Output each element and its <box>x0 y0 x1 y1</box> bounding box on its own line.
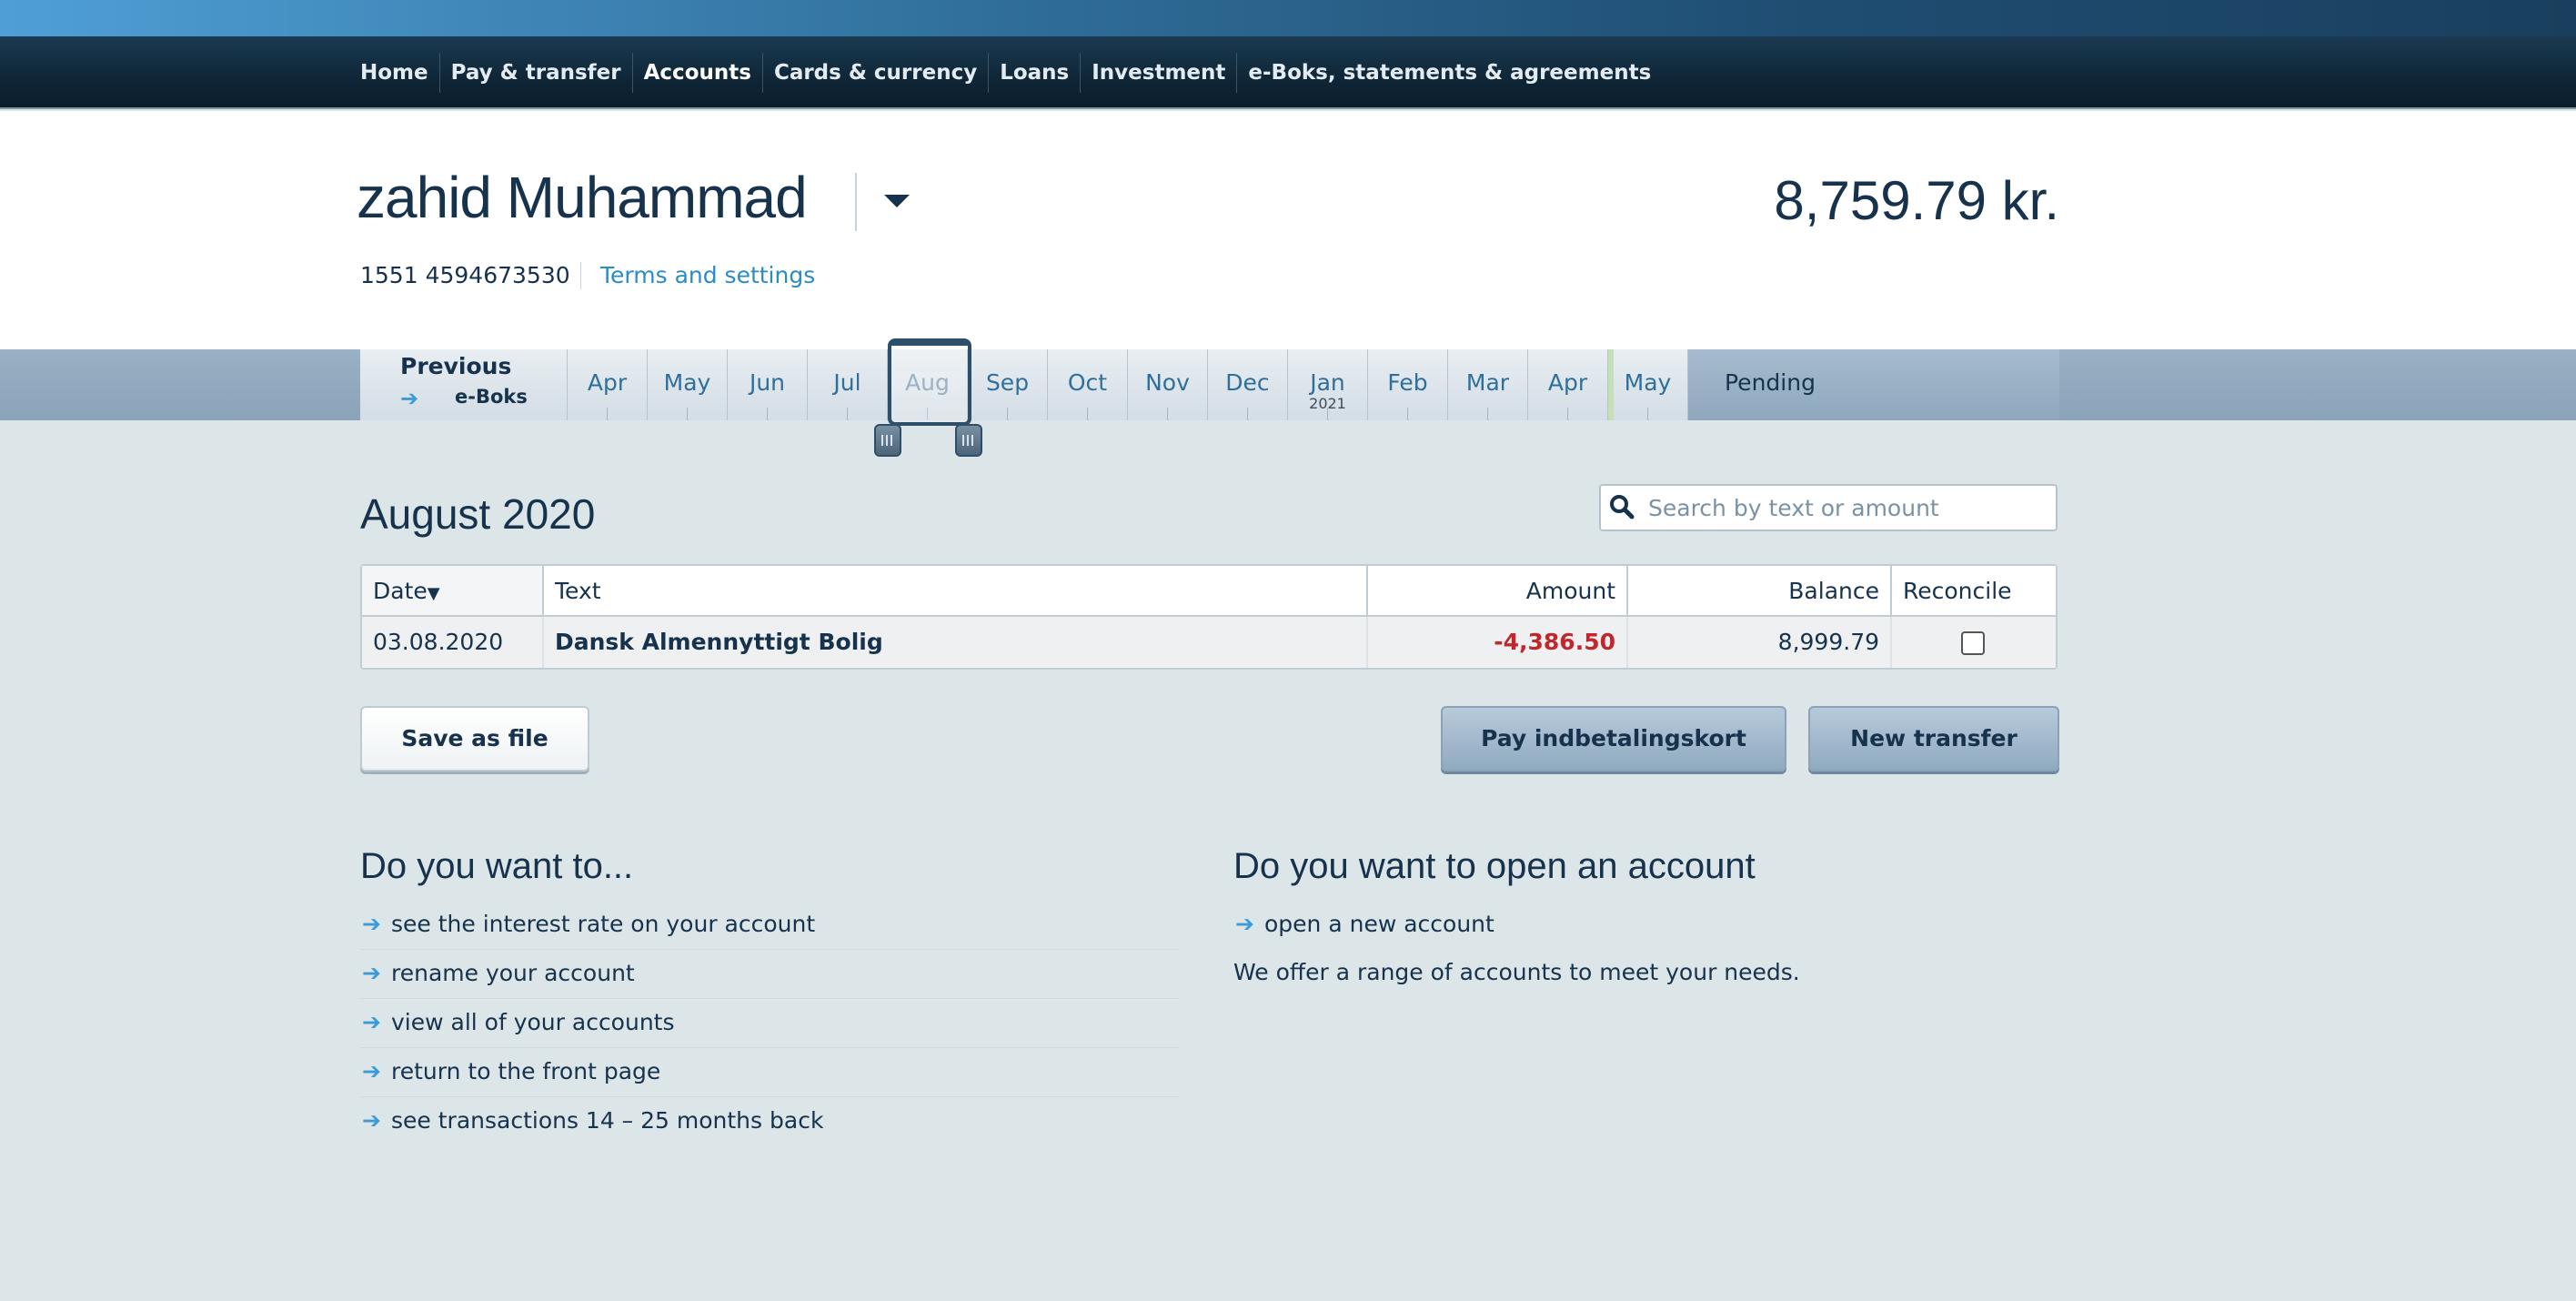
nav-pay-transfer[interactable]: Pay & transfer <box>438 53 632 93</box>
terms-and-settings-link[interactable]: Terms and settings <box>600 262 815 288</box>
search-box <box>1599 484 2058 531</box>
nav-loans[interactable]: Loans <box>988 53 1080 93</box>
link-view-all-accounts[interactable]: ➔ view all of your accounts <box>360 999 1179 1048</box>
pending-tab[interactable]: Pending <box>1688 349 2059 420</box>
month-list: Apr May Jun Jul Aug Sep Oct Nov Dec Jan 2… <box>568 349 1688 420</box>
month-jun[interactable]: Jun <box>728 349 808 420</box>
new-transfer-button[interactable]: New transfer <box>1808 706 2059 772</box>
column-header-reconcile: Reconcile <box>1903 578 2012 604</box>
link-interest-rate[interactable]: ➔ see the interest rate on your account <box>360 901 1179 950</box>
top-banner-strip <box>0 0 2576 36</box>
nav-home[interactable]: Home <box>360 53 439 93</box>
row-text[interactable]: Dansk Almennyttigt Bolig <box>544 617 1368 668</box>
month-nov[interactable]: Nov <box>1128 349 1208 420</box>
link-older-transactions[interactable]: ➔ see transactions 14 – 25 months back <box>360 1097 1179 1146</box>
month-sep[interactable]: Sep <box>968 349 1048 420</box>
month-may-2021[interactable]: May <box>1608 349 1688 420</box>
link-open-new-account[interactable]: ➔ open a new account <box>1233 901 1494 948</box>
eboks-label: e-Boks <box>455 386 528 408</box>
search-input[interactable] <box>1648 491 2048 524</box>
month-dec[interactable]: Dec <box>1208 349 1288 420</box>
row-date: 03.08.2020 <box>362 617 544 668</box>
open-account-description: We offer a range of accounts to meet you… <box>1233 959 1800 985</box>
search-icon <box>1610 495 1635 519</box>
month-jan[interactable]: Jan 2021 <box>1288 349 1368 420</box>
divider <box>580 262 581 289</box>
previous-eboks-link[interactable]: Previous ➔ e-Boks <box>360 349 568 420</box>
month-feb[interactable]: Feb <box>1368 349 1448 420</box>
divider <box>855 173 857 231</box>
previous-label: Previous <box>400 353 512 379</box>
column-header-date[interactable]: Date▼ <box>362 566 544 615</box>
table-header-row: Date▼ Text Amount Balance Reconcile <box>362 566 2056 617</box>
month-may[interactable]: May <box>648 349 728 420</box>
month-apr[interactable]: Apr <box>568 349 648 420</box>
open-account-title: Do you want to open an account <box>1233 846 1756 886</box>
account-name: zahid Muhammad <box>357 165 808 230</box>
do-you-want-title: Do you want to... <box>360 846 634 886</box>
link-front-page[interactable]: ➔ return to the front page <box>360 1048 1179 1097</box>
arrow-right-icon: ➔ <box>400 386 419 411</box>
nav-cards-currency[interactable]: Cards & currency <box>761 53 988 93</box>
row-reconcile <box>1892 617 2056 668</box>
month-mar[interactable]: Mar <box>1448 349 1528 420</box>
main-navigation: Home Pay & transfer Accounts Cards & cur… <box>0 36 2576 109</box>
account-switch-dropdown-icon[interactable] <box>879 189 915 217</box>
nav-items: Home Pay & transfer Accounts Cards & cur… <box>360 36 1662 109</box>
period-title: August 2020 <box>360 490 596 538</box>
column-header-text: Text <box>544 566 1368 615</box>
arrow-right-icon: ➔ <box>362 1107 381 1134</box>
reconcile-checkbox[interactable] <box>1961 631 1985 655</box>
column-header-balance: Balance <box>1628 566 1892 615</box>
row-balance: 8,999.79 <box>1628 617 1892 668</box>
month-jul[interactable]: Jul <box>808 349 888 420</box>
month-oct[interactable]: Oct <box>1048 349 1128 420</box>
save-as-file-button[interactable]: Save as file <box>360 706 589 772</box>
arrow-right-icon: ➔ <box>362 911 381 937</box>
account-balance: 8,759.79 kr. <box>1774 170 2059 231</box>
arrow-right-icon: ➔ <box>362 1009 381 1035</box>
nav-investment[interactable]: Investment <box>1080 53 1236 93</box>
transactions-table: Date▼ Text Amount Balance Reconcile 03.0… <box>360 564 2058 670</box>
sort-desc-icon: ▼ <box>427 584 440 603</box>
column-header-amount: Amount <box>1368 566 1628 615</box>
arrow-right-icon: ➔ <box>362 960 381 986</box>
range-handle-right[interactable] <box>955 424 982 457</box>
range-handle-left[interactable] <box>874 424 901 457</box>
row-amount: -4,386.50 <box>1368 617 1628 668</box>
arrow-right-icon: ➔ <box>1235 911 1254 937</box>
pending-label: Pending <box>1725 369 1816 396</box>
pay-indbetalingskort-button[interactable]: Pay indbetalingskort <box>1441 706 1786 772</box>
do-you-want-links: ➔ see the interest rate on your account ➔… <box>360 901 1179 1146</box>
arrow-right-icon: ➔ <box>362 1058 381 1084</box>
table-row[interactable]: 03.08.2020 Dansk Almennyttigt Bolig -4,3… <box>362 617 2056 668</box>
nav-eboks-statements[interactable]: e-Boks, statements & agreements <box>1236 53 1662 93</box>
month-apr-2021[interactable]: Apr <box>1528 349 1608 420</box>
nav-accounts[interactable]: Accounts <box>631 53 762 93</box>
link-rename-account[interactable]: ➔ rename your account <box>360 950 1179 999</box>
account-number: 1551 4594673530 <box>360 262 570 288</box>
month-aug-selected[interactable]: Aug <box>888 349 968 420</box>
